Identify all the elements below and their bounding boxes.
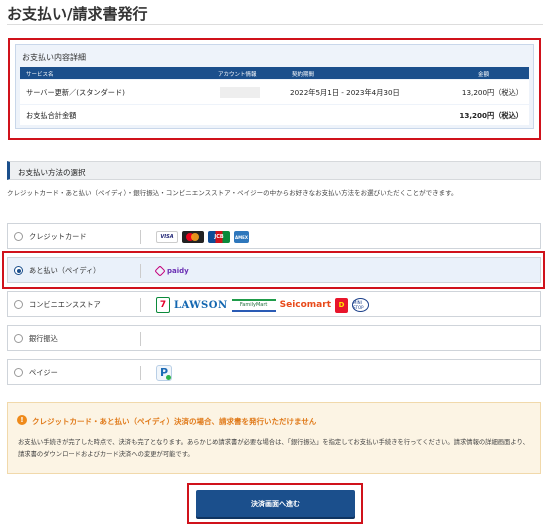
account-info-cell [220, 87, 260, 98]
col-service: サービス名 [26, 72, 54, 78]
notice-title: クレジットカード・あと払い（ペイディ）決済の場合、請求書を発行いただけません [32, 417, 317, 426]
radio-payeasy[interactable] [14, 368, 23, 377]
ministop-logo: MINI STOP [352, 298, 369, 312]
seven-eleven-logo: 7 [156, 297, 170, 313]
page-title: お支払い/請求書発行 [7, 5, 148, 23]
jcb-logo: JCB [208, 231, 230, 243]
col-period: 契約期間 [292, 72, 315, 78]
total-amount: 13,200円（税込） [459, 111, 523, 120]
radio-convenience-store[interactable] [14, 300, 23, 309]
total-row: お支払合計金額 13,200円（税込） [20, 105, 529, 125]
familymart-logo: FamilyMart [231, 298, 276, 312]
visa-logo: VISA [156, 231, 178, 243]
mastercard-logo [182, 231, 204, 243]
seicomart-logo: Seicomart [279, 300, 331, 310]
option-label: ペイジー [29, 368, 58, 377]
option-divider [140, 366, 141, 380]
radio-credit-card[interactable] [14, 232, 23, 241]
option-divider [140, 264, 141, 278]
method-section-heading: お支払い方法の選択 [7, 161, 541, 180]
payeasy-logo [156, 365, 172, 381]
option-divider [140, 332, 141, 346]
total-label: お支払合計金額 [26, 111, 77, 120]
option-divider [140, 298, 141, 312]
payment-option-convenience-store[interactable]: コンビニエンスストア 7 LAWSON FamilyMart Seicomart… [7, 291, 541, 317]
detail-table-header: サービス名 アカウント情報 契約期間 金額 [20, 67, 529, 79]
service-name: サーバー更新／(スタンダード) [26, 88, 125, 97]
option-label: あと払い（ペイディ） [29, 266, 101, 275]
title-divider [7, 24, 543, 25]
proceed-to-payment-button[interactable]: 決済画面へ進む [196, 490, 355, 517]
notice-body: お支払い手続きが完了した時点で、決済も完了となります。あらかじめ請求書が必要な場… [18, 439, 529, 458]
convenience-store-logos: 7 LAWSON FamilyMart Seicomart D MINI STO… [156, 296, 369, 314]
payment-option-paidy[interactable]: あと払い（ペイディ） paidy [7, 257, 541, 283]
payment-option-credit-card[interactable]: クレジットカード VISA JCB AMEX [7, 223, 541, 249]
row-amount: 13,200円（税込） [461, 88, 523, 97]
contract-period: 2022年5月1日 - 2023年4月30日 [290, 88, 400, 97]
radio-paidy[interactable] [14, 266, 23, 275]
paidy-mark-icon [154, 265, 166, 277]
invoice-notice: ! クレジットカード・あと払い（ペイディ）決済の場合、請求書を発行いただけません… [7, 402, 541, 474]
payment-option-payeasy[interactable]: ペイジー [7, 359, 541, 385]
paidy-logo: paidy [154, 265, 189, 277]
table-row: サーバー更新／(スタンダード) 2022年5月1日 - 2023年4月30日 1… [20, 80, 529, 104]
col-amount: 金額 [478, 72, 490, 78]
paidy-wordmark: paidy [167, 267, 189, 275]
card-logos: VISA JCB AMEX [156, 228, 249, 246]
method-description: クレジットカード・あと払い（ペイディ）・銀行振込・コンビニエンスストア・ペイジー… [7, 189, 458, 197]
option-label: 銀行振込 [29, 334, 58, 343]
option-label: クレジットカード [29, 232, 87, 241]
option-label: コンビニエンスストア [29, 300, 101, 309]
payment-option-bank-transfer[interactable]: 銀行振込 [7, 325, 541, 351]
lawson-logo: LAWSON [174, 299, 228, 311]
warning-icon: ! [17, 415, 27, 425]
paidy-logos: paidy [154, 262, 189, 280]
radio-bank-transfer[interactable] [14, 334, 23, 343]
daily-yamazaki-logo: D [335, 297, 348, 313]
payment-detail-panel: お支払い内容詳細 サービス名 アカウント情報 契約期間 金額 サーバー更新／(ス… [15, 44, 534, 129]
option-divider [140, 230, 141, 244]
detail-heading: お支払い内容詳細 [22, 53, 86, 62]
col-account: アカウント情報 [218, 72, 257, 78]
payeasy-logos [156, 364, 172, 382]
amex-logo: AMEX [234, 231, 249, 243]
